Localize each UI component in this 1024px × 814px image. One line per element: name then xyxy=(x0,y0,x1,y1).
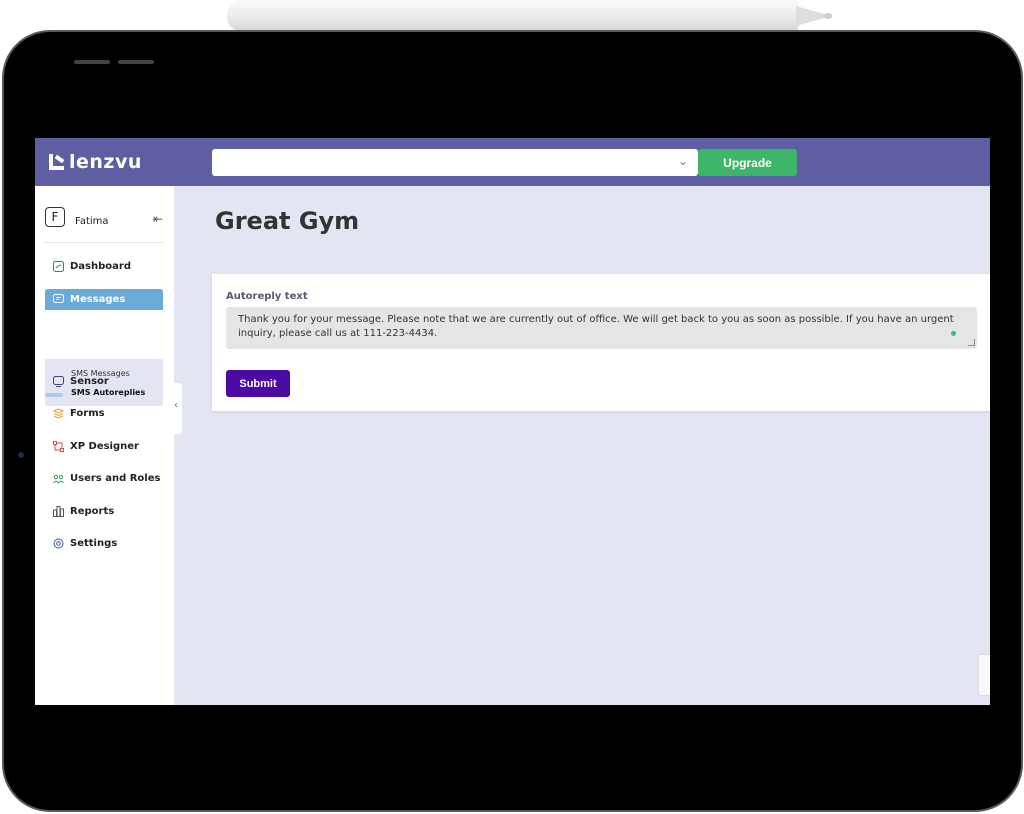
grammar-indicator-icon xyxy=(951,331,956,336)
app-screen: lenzvu ⌄ Upgrade F Fatima ⇤ Dashboard Me… xyxy=(35,138,990,705)
sidebar-item-xp-designer[interactable]: XP Designer xyxy=(45,436,163,457)
resize-handle-icon[interactable] xyxy=(968,339,975,346)
dashboard-icon xyxy=(53,261,64,272)
chevron-left-icon: ‹ xyxy=(174,400,178,411)
sidebar-collapse-toggle[interactable]: ‹ xyxy=(174,383,182,434)
sidebar: F Fatima ⇤ Dashboard Messages SMS Messag… xyxy=(35,186,174,705)
sidebar-item-label: Reports xyxy=(70,506,115,517)
page-title: Great Gym xyxy=(215,207,360,235)
forms-icon xyxy=(53,408,64,419)
autoreply-label: Autoreply text xyxy=(226,291,308,302)
recaptcha-badge[interactable] xyxy=(978,654,990,696)
message-icon xyxy=(53,294,64,305)
chevron-down-icon: ⌄ xyxy=(677,154,688,168)
sidebar-item-users-and-roles[interactable]: Users and Roles xyxy=(45,468,163,489)
sidebar-item-label: Messages xyxy=(70,294,126,305)
sidebar-item-messages[interactable]: Messages xyxy=(45,289,163,310)
designer-icon xyxy=(53,441,64,452)
user-name: Fatima xyxy=(75,216,109,227)
sidebar-item-label: Settings xyxy=(70,538,118,549)
sidebar-item-label: XP Designer xyxy=(70,441,139,452)
sidebar-item-label: Dashboard xyxy=(70,261,131,272)
sidebar-item-forms[interactable]: Forms xyxy=(45,403,163,424)
users-icon xyxy=(53,473,64,484)
sidebar-item-settings[interactable]: Settings xyxy=(45,533,163,554)
settings-icon xyxy=(53,538,64,549)
sensor-icon xyxy=(53,376,64,387)
reports-icon xyxy=(53,506,64,517)
stylus-nib xyxy=(824,13,832,19)
sidebar-item-sensor[interactable]: Sensor xyxy=(45,371,163,392)
user-row: F Fatima ⇤ xyxy=(45,207,163,243)
location-select[interactable]: ⌄ xyxy=(212,149,698,176)
sidebar-item-label: Sensor xyxy=(70,376,109,387)
logout-icon[interactable]: ⇤ xyxy=(153,212,163,226)
sidebar-item-label: Forms xyxy=(70,408,105,419)
selected-marker xyxy=(45,393,63,397)
autoreply-card: Autoreply text Thank you for your messag… xyxy=(212,274,990,411)
submit-button[interactable]: Submit xyxy=(226,370,290,397)
sidebar-item-dashboard[interactable]: Dashboard xyxy=(45,256,163,277)
logo-text: lenzvu xyxy=(69,151,142,173)
top-bar: lenzvu ⌄ Upgrade xyxy=(35,138,990,186)
tablet-button xyxy=(74,60,110,64)
logo[interactable]: lenzvu xyxy=(49,151,142,173)
tablet-button xyxy=(118,60,154,64)
stylus-pencil xyxy=(228,0,798,31)
autoreply-textarea[interactable]: Thank you for your message. Please note … xyxy=(226,307,977,349)
avatar: F xyxy=(45,207,65,227)
logo-mark xyxy=(49,154,65,170)
upgrade-button[interactable]: Upgrade xyxy=(698,149,797,176)
sidebar-item-reports[interactable]: Reports xyxy=(45,501,163,522)
camera-dot xyxy=(18,452,24,458)
sidebar-item-label: Users and Roles xyxy=(70,473,161,484)
